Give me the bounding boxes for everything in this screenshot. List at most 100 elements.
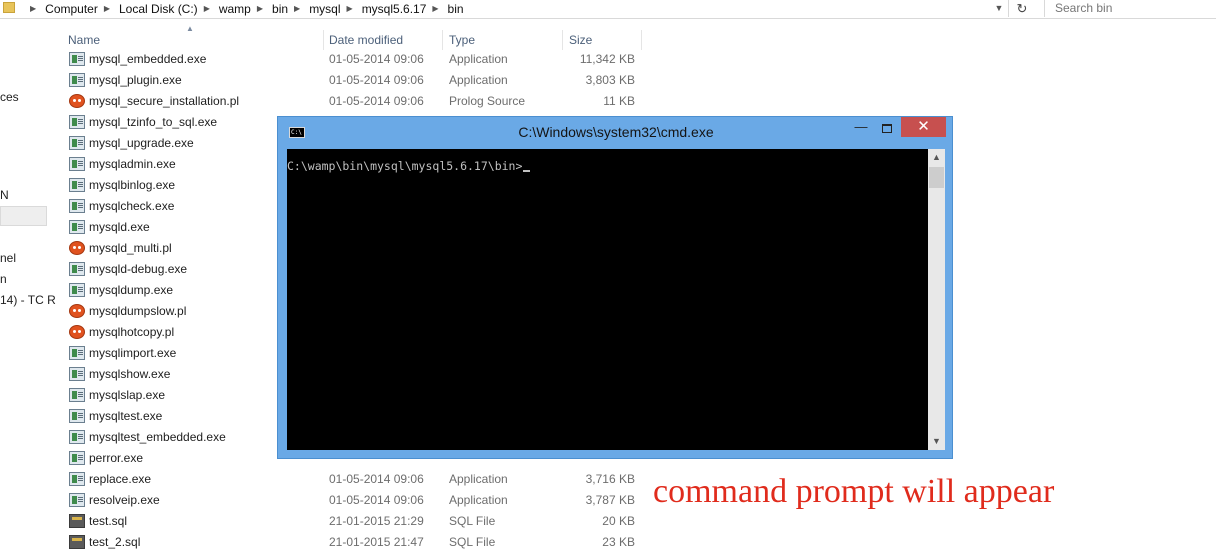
chevron-right-icon[interactable]: ▶ [347, 4, 353, 13]
nav-item[interactable]: N [0, 188, 9, 202]
search-box[interactable]: Search bin [1044, 0, 1216, 17]
file-name: mysql_embedded.exe [89, 52, 207, 66]
file-name: mysqltest_embedded.exe [89, 430, 226, 444]
breadcrumb: ▶ Computer ▶ Local Disk (C:) ▶ wamp ▶ bin ▶ mysql… [24, 0, 464, 17]
folder-icon [3, 2, 15, 13]
file-size: 3,787 KB [585, 493, 635, 507]
breadcrumb-item[interactable]: wamp [219, 2, 251, 16]
column-divider[interactable] [562, 30, 563, 50]
file-row[interactable]: mysql_embedded.exe 01-05-2014 09:06 Applic… [60, 49, 640, 70]
file-date: 01-05-2014 09:06 [329, 52, 424, 66]
exe-icon [69, 472, 85, 486]
exe-icon [69, 157, 85, 171]
chevron-right-icon[interactable]: ▶ [30, 4, 36, 13]
column-header-name[interactable]: Name [68, 30, 100, 50]
nav-item[interactable]: 14) - TC R [0, 293, 56, 307]
file-date: 21-01-2015 21:29 [329, 514, 424, 528]
file-date: 21-01-2015 21:47 [329, 535, 424, 549]
exe-icon [69, 451, 85, 465]
file-name: mysqld.exe [89, 220, 150, 234]
column-divider[interactable] [442, 30, 443, 50]
maximize-button[interactable] [874, 120, 900, 136]
breadcrumb-item[interactable]: bin [448, 2, 464, 16]
file-size: 3,716 KB [585, 472, 635, 486]
file-name: mysqlshow.exe [89, 367, 171, 381]
close-button[interactable]: ✕ [901, 117, 946, 137]
scroll-down-icon[interactable]: ▼ [928, 433, 945, 450]
exe-icon [69, 52, 85, 66]
file-row[interactable]: test.sql 21-01-2015 21:29 SQL File 20 KB [60, 511, 640, 532]
chevron-down-icon[interactable]: ▼ [990, 0, 1008, 17]
sql-icon [69, 535, 85, 549]
file-name: mysqldumpslow.pl [89, 304, 187, 318]
chevron-right-icon[interactable]: ▶ [204, 4, 210, 13]
vertical-scrollbar[interactable]: ▲ ▼ [928, 149, 945, 450]
column-divider[interactable] [323, 30, 324, 50]
refresh-icon[interactable]: ↻ [1012, 0, 1032, 17]
file-date: 01-05-2014 09:06 [329, 94, 424, 108]
scroll-thumb[interactable] [929, 167, 944, 188]
column-header-type[interactable]: Type [449, 30, 475, 50]
breadcrumb-item[interactable]: bin [272, 2, 288, 16]
file-name: mysqlcheck.exe [89, 199, 175, 213]
nav-item[interactable]: n [0, 272, 7, 286]
cmd-window[interactable]: C:\ C:\Windows\system32\cmd.exe — ✕ C:\w… [277, 116, 953, 459]
file-name: test_2.sql [89, 535, 141, 549]
chevron-right-icon[interactable]: ▶ [257, 4, 263, 13]
file-size: 3,803 KB [585, 73, 635, 87]
exe-icon [69, 367, 85, 381]
file-name: mysqlhotcopy.pl [89, 325, 175, 339]
file-type: Application [449, 472, 508, 486]
address-field[interactable]: ▶ Computer ▶ Local Disk (C:) ▶ wamp ▶ bin ▶ mysql… [0, 0, 1009, 17]
nav-item[interactable]: nel [0, 251, 16, 265]
file-name: mysqltest.exe [89, 409, 163, 423]
file-name: mysqlimport.exe [89, 346, 177, 360]
file-type: Application [449, 52, 508, 66]
file-name: mysqldump.exe [89, 283, 174, 297]
file-date: 01-05-2014 09:06 [329, 73, 424, 87]
console-area[interactable]: C:\wamp\bin\mysql\mysql5.6.17\bin> [287, 149, 928, 450]
file-row[interactable]: replace.exe 01-05-2014 09:06 Application 3,… [60, 469, 640, 490]
exe-icon [69, 388, 85, 402]
exe-icon [69, 409, 85, 423]
file-name: mysqld-debug.exe [89, 262, 188, 276]
file-size: 20 KB [602, 514, 635, 528]
nav-selected-item[interactable] [0, 206, 47, 226]
file-name: mysql_tzinfo_to_sql.exe [89, 115, 218, 129]
search-input[interactable]: Search bin [1055, 1, 1112, 15]
file-size: 11,342 KB [579, 52, 635, 66]
chevron-right-icon[interactable]: ▶ [104, 4, 110, 13]
file-name: resolveip.exe [89, 493, 160, 507]
file-row[interactable]: test_2.sql 21-01-2015 21:47 SQL File 23 KB [60, 532, 640, 553]
column-header-date[interactable]: Date modified [329, 30, 403, 50]
exe-icon [69, 493, 85, 507]
scroll-up-icon[interactable]: ▲ [928, 149, 945, 166]
exe-icon [69, 220, 85, 234]
file-row[interactable]: resolveip.exe 01-05-2014 09:06 Application… [60, 490, 640, 511]
perl-icon [69, 325, 85, 339]
perl-icon [69, 304, 85, 318]
column-divider[interactable] [641, 30, 642, 50]
file-type: Application [449, 493, 508, 507]
column-header-size[interactable]: Size [569, 30, 592, 50]
exe-icon [69, 283, 85, 297]
breadcrumb-item[interactable]: mysql5.6.17 [362, 2, 427, 16]
chevron-right-icon[interactable]: ▶ [432, 4, 438, 13]
minimize-button[interactable]: — [848, 120, 874, 136]
breadcrumb-item[interactable]: mysql [309, 2, 340, 16]
file-row[interactable]: mysql_secure_installation.pl 01-05-2014 0… [60, 91, 640, 112]
sort-arrow-icon: ▲ [186, 24, 194, 33]
annotation-text: command prompt will appear [653, 473, 1055, 510]
exe-icon [69, 199, 85, 213]
command-prompt: C:\wamp\bin\mysql\mysql5.6.17\bin> [287, 159, 523, 173]
perl-icon [69, 241, 85, 255]
file-row[interactable]: mysql_plugin.exe 01-05-2014 09:06 Applicat… [60, 70, 640, 91]
nav-item[interactable]: ces [0, 90, 19, 104]
breadcrumb-item[interactable]: Local Disk (C:) [119, 2, 198, 16]
file-type: Application [449, 73, 508, 87]
exe-icon [69, 178, 85, 192]
breadcrumb-item[interactable]: Computer [45, 2, 98, 16]
chevron-right-icon[interactable]: ▶ [294, 4, 300, 13]
exe-icon [69, 115, 85, 129]
file-size: 23 KB [602, 535, 635, 549]
